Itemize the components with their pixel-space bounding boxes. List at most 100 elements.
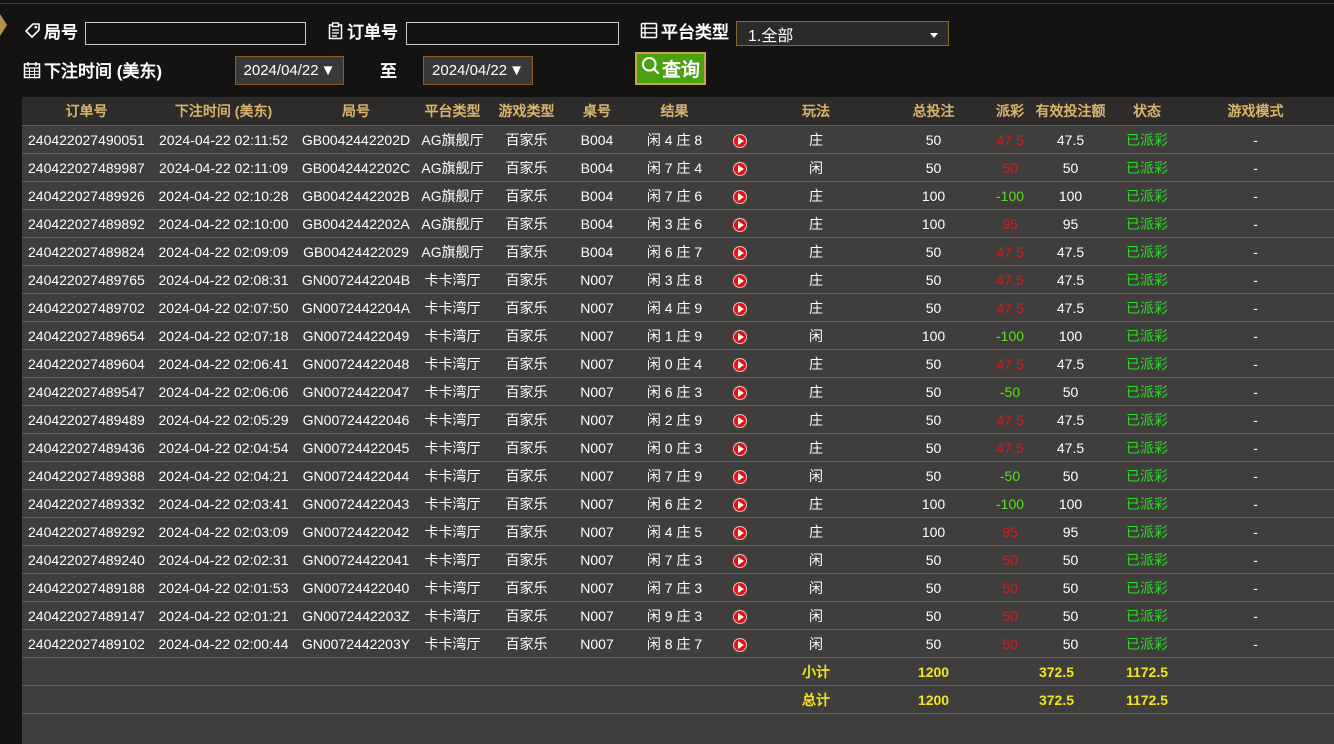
col-header-mode: 游戏模式 [1177,97,1334,126]
video-cell[interactable] [719,601,761,630]
play-icon[interactable] [733,217,747,232]
cell-valid-bet: 50 [1024,377,1117,406]
table-row[interactable]: 240422027489604 2024-04-22 02:06:41 GN0072… [22,349,1334,378]
table-row[interactable]: 240422027489240 2024-04-22 02:02:31 GN0072… [22,545,1334,574]
table-row[interactable]: 240422027489489 2024-04-22 02:05:29 GN0072… [22,405,1334,434]
cell-time: 2024-04-22 02:06:41 [151,349,296,378]
play-icon[interactable] [733,385,747,400]
play-icon[interactable] [733,413,747,428]
cell-time: 2024-04-22 02:09:09 [151,237,296,266]
panel-toggle-icon[interactable] [0,14,7,36]
table-row[interactable]: 240422027489654 2024-04-22 02:07:18 GN0072… [22,321,1334,350]
play-icon[interactable] [733,553,747,568]
play-icon[interactable] [733,301,747,316]
cell-table-no: N007 [564,377,630,406]
play-icon[interactable] [733,133,747,148]
table-row[interactable]: 240422027489436 2024-04-22 02:04:54 GN0072… [22,433,1334,462]
play-icon[interactable] [733,581,747,596]
cell-mode: - [1177,181,1334,210]
cell-round: GN0072442203Y [296,629,416,658]
play-icon[interactable] [733,441,747,456]
cell-mode: - [1177,573,1334,602]
play-icon[interactable] [733,609,747,624]
cell-order: 240422027489102 [22,629,151,658]
play-icon[interactable] [733,469,747,484]
play-icon[interactable] [733,189,747,204]
video-cell[interactable] [719,573,761,602]
video-cell[interactable] [719,545,761,574]
cell-status: 已派彩 [1117,125,1177,154]
cell-bet: 50 [871,153,996,182]
video-cell[interactable] [719,125,761,154]
date-to-picker[interactable]: 2024/04/22 ▼ [423,56,533,85]
video-cell[interactable] [719,293,761,322]
table-row[interactable]: 240422027489332 2024-04-22 02:03:41 GN0072… [22,489,1334,518]
cell-status: 已派彩 [1117,377,1177,406]
cell-status: 已派彩 [1117,461,1177,490]
play-icon[interactable] [733,525,747,540]
video-cell[interactable] [719,181,761,210]
table-row[interactable]: 240422027489765 2024-04-22 02:08:31 GN0072… [22,265,1334,294]
video-cell[interactable] [719,517,761,546]
date-from-picker[interactable]: 2024/04/22 ▼ [235,56,344,85]
video-cell[interactable] [719,433,761,462]
cell-game-type: 百家乐 [489,153,564,182]
video-cell[interactable] [719,349,761,378]
cell-game-type: 百家乐 [489,349,564,378]
cell-bet: 50 [871,293,996,322]
cell-table-no: N007 [564,349,630,378]
calendar-icon [23,61,41,79]
cell-platform: AG旗舰厅 [416,125,489,154]
table-row[interactable]: 240422027489824 2024-04-22 02:09:09 GB0042… [22,237,1334,266]
cell-table-no: N007 [564,629,630,658]
video-cell[interactable] [719,209,761,238]
cell-order: 240422027489147 [22,601,151,630]
play-icon[interactable] [733,637,747,652]
table-row[interactable]: 240422027489188 2024-04-22 02:01:53 GN0072… [22,573,1334,602]
table-row[interactable]: 240422027489892 2024-04-22 02:10:00 GB0042… [22,209,1334,238]
time-label-text: 下注时间 (美东) [44,62,163,81]
video-cell[interactable] [719,321,761,350]
table-row[interactable]: 240422027489292 2024-04-22 02:03:09 GN0072… [22,517,1334,546]
date-from-value: 2024/04/22 [243,62,319,79]
video-cell[interactable] [719,489,761,518]
order-input[interactable] [406,22,619,45]
play-icon[interactable] [733,245,747,260]
cell-valid-bet: 50 [1024,573,1117,602]
table-row[interactable]: 240422027490051 2024-04-22 02:11:52 GB0042… [22,125,1334,154]
table-row[interactable]: 240422027489702 2024-04-22 02:07:50 GN0072… [22,293,1334,322]
platform-select[interactable]: 1.全部 [736,21,949,46]
play-icon[interactable] [733,161,747,176]
cell-play: 庄 [761,433,871,462]
cell-time: 2024-04-22 02:04:21 [151,461,296,490]
video-cell[interactable] [719,237,761,266]
table-row[interactable]: 240422027489926 2024-04-22 02:10:28 GB0042… [22,181,1334,210]
video-cell[interactable] [719,629,761,658]
video-cell[interactable] [719,461,761,490]
table-row[interactable]: 240422027489147 2024-04-22 02:01:21 GN0072… [22,601,1334,630]
cell-time: 2024-04-22 02:08:31 [151,265,296,294]
play-icon[interactable] [733,329,747,344]
table-row[interactable]: 240422027489987 2024-04-22 02:11:09 GB0042… [22,153,1334,182]
cell-status: 已派彩 [1117,321,1177,350]
table-row[interactable]: 240422027489102 2024-04-22 02:00:44 GN0072… [22,629,1334,658]
date-to-dropdown-icon: ▼ [509,62,524,79]
query-button[interactable]: 查询 [635,52,706,85]
to-label-text: 至 [380,62,397,81]
video-cell[interactable] [719,265,761,294]
round-input[interactable] [85,22,306,45]
play-icon[interactable] [733,273,747,288]
play-icon[interactable] [733,357,747,372]
play-icon[interactable] [733,497,747,512]
cell-table-no: N007 [564,405,630,434]
video-cell[interactable] [719,377,761,406]
cell-result: 闲 4 庄 8 [630,125,719,154]
clipboard-icon [327,21,344,40]
video-cell[interactable] [719,405,761,434]
cell-time: 2024-04-22 02:11:52 [151,125,296,154]
table-row[interactable]: 240422027489547 2024-04-22 02:06:06 GN0072… [22,377,1334,406]
video-cell[interactable] [719,153,761,182]
table-row[interactable]: 240422027489388 2024-04-22 02:04:21 GN0072… [22,461,1334,490]
cell-platform: 卡卡湾厅 [416,489,489,518]
cell-result: 闲 7 庄 9 [630,461,719,490]
